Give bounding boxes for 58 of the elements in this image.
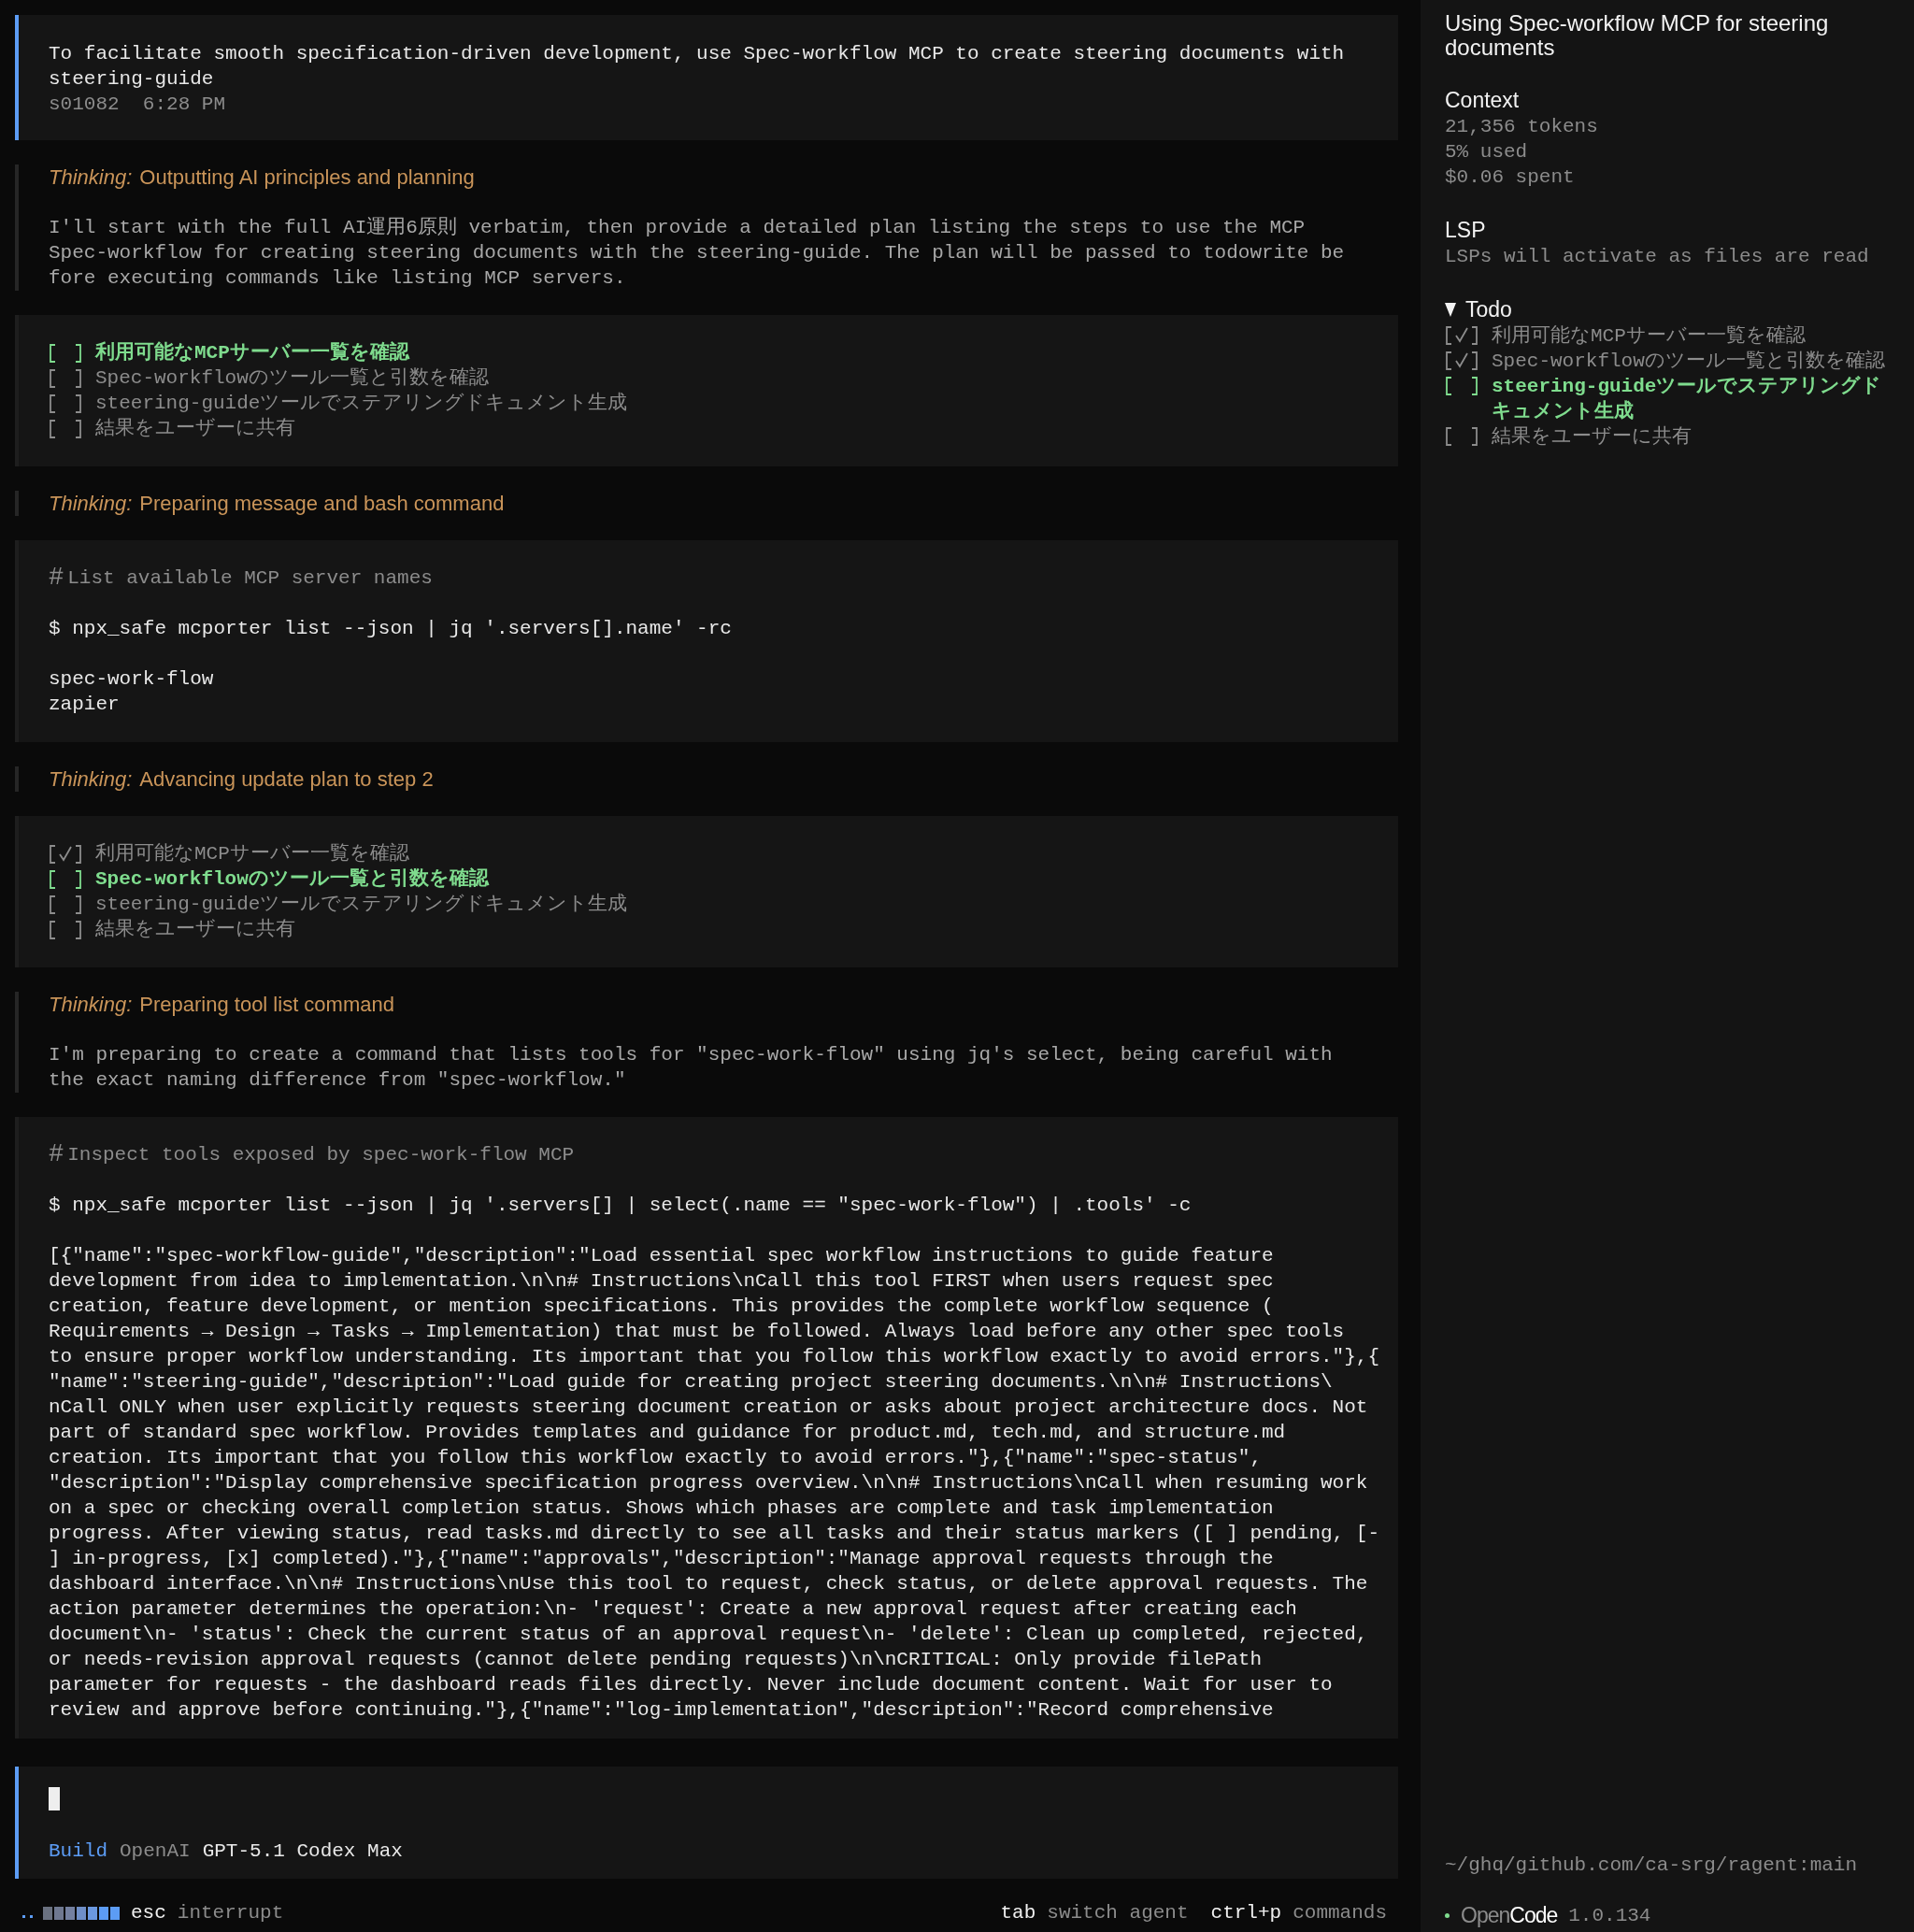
thinking-label: Thinking: — [49, 492, 133, 515]
collapse-triangle-icon[interactable] — [1445, 301, 1456, 318]
thinking-title: Preparing message and bash command — [139, 492, 505, 515]
todo-text: Spec-workflowのツール一覧と引数を確認 — [1492, 349, 1885, 374]
command-output: spec-work-flow zapier — [49, 667, 215, 717]
model-name[interactable]: GPT-5.1 Codex Max — [202, 1839, 403, 1864]
key-action: interrupt — [177, 1901, 284, 1925]
app-logo: OpenCode — [1461, 1903, 1558, 1928]
thinking-label: Thinking: — [49, 165, 133, 189]
thinking-title: Outputting AI principles and planning — [139, 165, 475, 189]
todo-text: Spec-workflowのツール一覧と引数を確認 — [95, 365, 489, 391]
todo-text: 利用可能なMCPサーバー一覧を確認 — [95, 340, 409, 365]
section-heading: LSP — [1445, 217, 1487, 244]
todo-text: 利用可能なMCPサーバー一覧を確認 — [1492, 323, 1806, 349]
thinking-label: Thinking: — [49, 767, 133, 791]
comment-mark: # — [49, 1142, 64, 1167]
section-text: LSPs will activate as files are read — [1445, 245, 1870, 269]
thinking-label: Thinking: — [49, 993, 133, 1016]
thinking-title: Advancing update plan to step 2 — [139, 767, 434, 791]
command-output: [{"name":"spec-workflow-guide","description":"Load essential spec workflow instructions to guide feature development from idea to implementation.\n\n# Instructions\nCall this tool FIRST when users request spec creation, feature development, or mention specifications. This provides the complete workflow sequence ( Requirements → Design → Tasks → Implementation) that must be followed. Always load before any other spec tools to ensure proper workflow understanding. Its important that you follow this workflow exactly to avoid errors."},{ "name":"steering-guide","description":"Load guide for creating project steering documents.\n\n# Instructions\ nCall ONLY when user explicitly requests steering document creation or asks about project architecture docs. Not part of standard spec workflow. Provides templates and guidance for product.md, tech.md, and structure.md creation. Its important that you follow this workflow exactly to avoid errors."},{"name":"spec-status", "description":"Display comprehensive specification progress overview.\n\n# Instructions\nCall when resuming work on a spec or checking overall completion status. Shows which phases are complete and task implementation progress. After viewing status, read tasks.md directly to see all tasks and their status markers ([ ] pending, [- ] in-progress, [x] completed)."},{"name":"approvals","description":"Manage approval requests through the dashboard interface.\n\n# Instructions\nUse this tool to request, check status, or delete approval requests. The action parameter determines the operation:\n- 'request': Create a new approval request after creating each document\n- 'status': Check the current status of an approval request\n- 'delete': Clean up completed, rejected, or needs-revision approval requests (cannot delete pending requests)\n\nCRITICAL: Only provide filePath parameter for requests - the dashboard reads files directly. Never include document content. Wait for user to review and approve before continuing."},{"name":"log-implementation","description":"Record comprehensive — [49, 1244, 1379, 1723]
key-label: esc — [131, 1901, 166, 1925]
todo-text: steering-guideツールでステアリングドキュメント生成 — [95, 892, 628, 917]
section-text: $0.06 spent — [1445, 165, 1576, 190]
todo-text: 利用可能なMCPサーバー一覧を確認 — [95, 841, 409, 866]
provider-name: OpenAI — [120, 1839, 191, 1864]
key-label: ctrl+p — [1210, 1901, 1282, 1925]
section-heading: Context — [1445, 87, 1521, 114]
thinking-text: I'm preparing to create a command that lists tools for "spec-work-flow" using jq's select, being careful with the exact naming difference from "spec-workflow." — [49, 1043, 1334, 1093]
user-name: s01082 — [49, 93, 120, 115]
session-title: Using Spec-workflow MCP for steering documents — [1445, 11, 1830, 60]
todo-text: 結果をユーザーに共有 — [95, 416, 295, 441]
section-text: 5% used — [1445, 140, 1529, 165]
message-text: To facilitate smooth specification-driven development, use Spec-workflow MCP to create steering documents with steering-guide — [49, 42, 1346, 92]
timestamp: 6:28 PM — [142, 93, 226, 115]
text-cursor — [49, 1787, 60, 1810]
todo-text: Spec-workflowのツール一覧と引数を確認 — [95, 866, 489, 892]
section-text: 21,356 tokens — [1445, 115, 1599, 139]
version-text: 1.0.134 — [1568, 1904, 1651, 1928]
command-text: $ npx_safe mcporter list --json | jq '.servers[] | select(.name == "spec-work-flow") | .tools' -c — [49, 1194, 1193, 1218]
agent-mode[interactable]: Build — [49, 1839, 107, 1864]
todo-text: 結果をユーザーに共有 — [95, 917, 295, 942]
key-label: tab — [1000, 1901, 1036, 1925]
progress-spinner-icon — [22, 1905, 120, 1921]
status-dot-icon — [1445, 1913, 1450, 1918]
prompt-input[interactable]: Build OpenAI GPT-5.1 Codex Max — [15, 1767, 1398, 1879]
command-description: List available MCP server names — [67, 566, 433, 591]
thinking-text: I'll start with the full AI運用6原則 verbatim, then provide a detailed plan listing the steps to use the MCP Spec-workflow for creating steering documents with the steering-guide. The plan will be passed to todowrite be fore executing commands like listing MCP servers. — [49, 216, 1346, 291]
key-action: commands — [1293, 1901, 1387, 1925]
command-text: $ npx_safe mcporter list --json | jq '.servers[].name' -rc — [49, 617, 733, 641]
key-action: switch agent — [1047, 1901, 1189, 1925]
todo-text: 結果をユーザーに共有 — [1492, 424, 1692, 450]
section-heading[interactable]: Todo — [1465, 295, 1512, 323]
comment-mark: # — [49, 565, 64, 591]
project-path: ~/ghq/github.com/ca-srg/ragent:main — [1445, 1853, 1859, 1878]
command-description: Inspect tools exposed by spec-work-flow MCP — [67, 1143, 575, 1167]
thinking-title: Preparing tool list command — [139, 993, 394, 1016]
todo-text: steering-guideツールでステアリングドキュメント生成 — [95, 391, 628, 416]
todo-text: steering-guideツールでステアリングドキュメント生成 — [1492, 375, 1883, 424]
